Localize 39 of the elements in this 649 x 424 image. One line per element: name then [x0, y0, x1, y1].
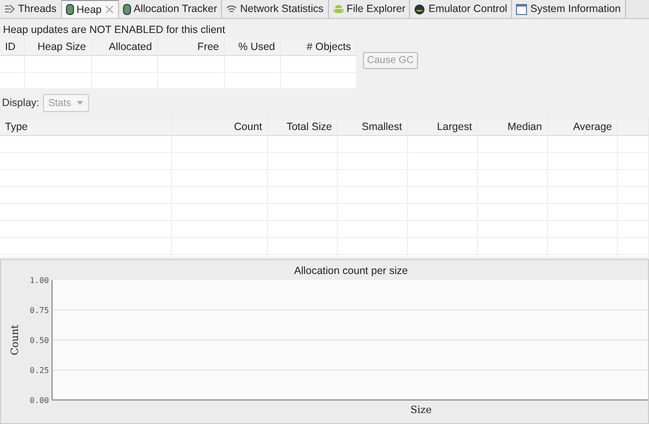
tick-label: 0.00 — [30, 396, 49, 405]
tick-label: 0.25 — [30, 366, 49, 375]
table-column — [158, 56, 225, 88]
cylinder-icon — [66, 4, 74, 15]
column-header[interactable]: Heap Size — [25, 38, 92, 56]
cylinder-icon — [122, 4, 131, 14]
close-icon[interactable] — [104, 5, 114, 14]
caret-icon — [77, 101, 84, 105]
display-label: Display: — [2, 97, 40, 109]
column-header[interactable]: Average — [548, 118, 618, 136]
column-header[interactable]: % Used — [225, 38, 281, 56]
column-header[interactable]: Allocated — [92, 38, 158, 56]
column-header[interactable]: Count — [172, 118, 268, 136]
column-header — [618, 118, 649, 136]
tab[interactable]: Heap — [62, 0, 119, 18]
table-column — [92, 56, 158, 88]
android-icon — [332, 4, 344, 14]
globe-icon — [414, 4, 426, 14]
column-header[interactable]: Median — [478, 118, 548, 136]
axis-label: Count — [10, 324, 21, 356]
table-column — [225, 56, 281, 88]
status-message: Heap updates are NOT ENABLED for this client — [2, 23, 226, 38]
tick-label: 0.75 — [30, 306, 49, 315]
column-header[interactable]: Free — [158, 38, 225, 56]
threads-icon — [4, 4, 15, 14]
column-header[interactable]: ID — [0, 38, 25, 56]
tab[interactable]: Allocation Tracker — [118, 0, 222, 18]
column-header[interactable]: Total Size — [268, 118, 338, 136]
tick-label: 0.50 — [30, 336, 49, 345]
wifi-icon — [226, 4, 238, 14]
window-icon — [516, 4, 528, 14]
column-header[interactable]: # Objects — [281, 38, 357, 56]
tab[interactable]: File Explorer — [328, 0, 410, 18]
column-header[interactable]: Smallest — [338, 118, 408, 136]
chart-title: Allocation count per size — [294, 265, 408, 277]
tick-label: 1.00 — [30, 276, 49, 285]
column-header[interactable]: Type — [0, 118, 172, 136]
column-header[interactable]: Largest — [408, 118, 478, 136]
axis-label: Size — [410, 405, 432, 416]
